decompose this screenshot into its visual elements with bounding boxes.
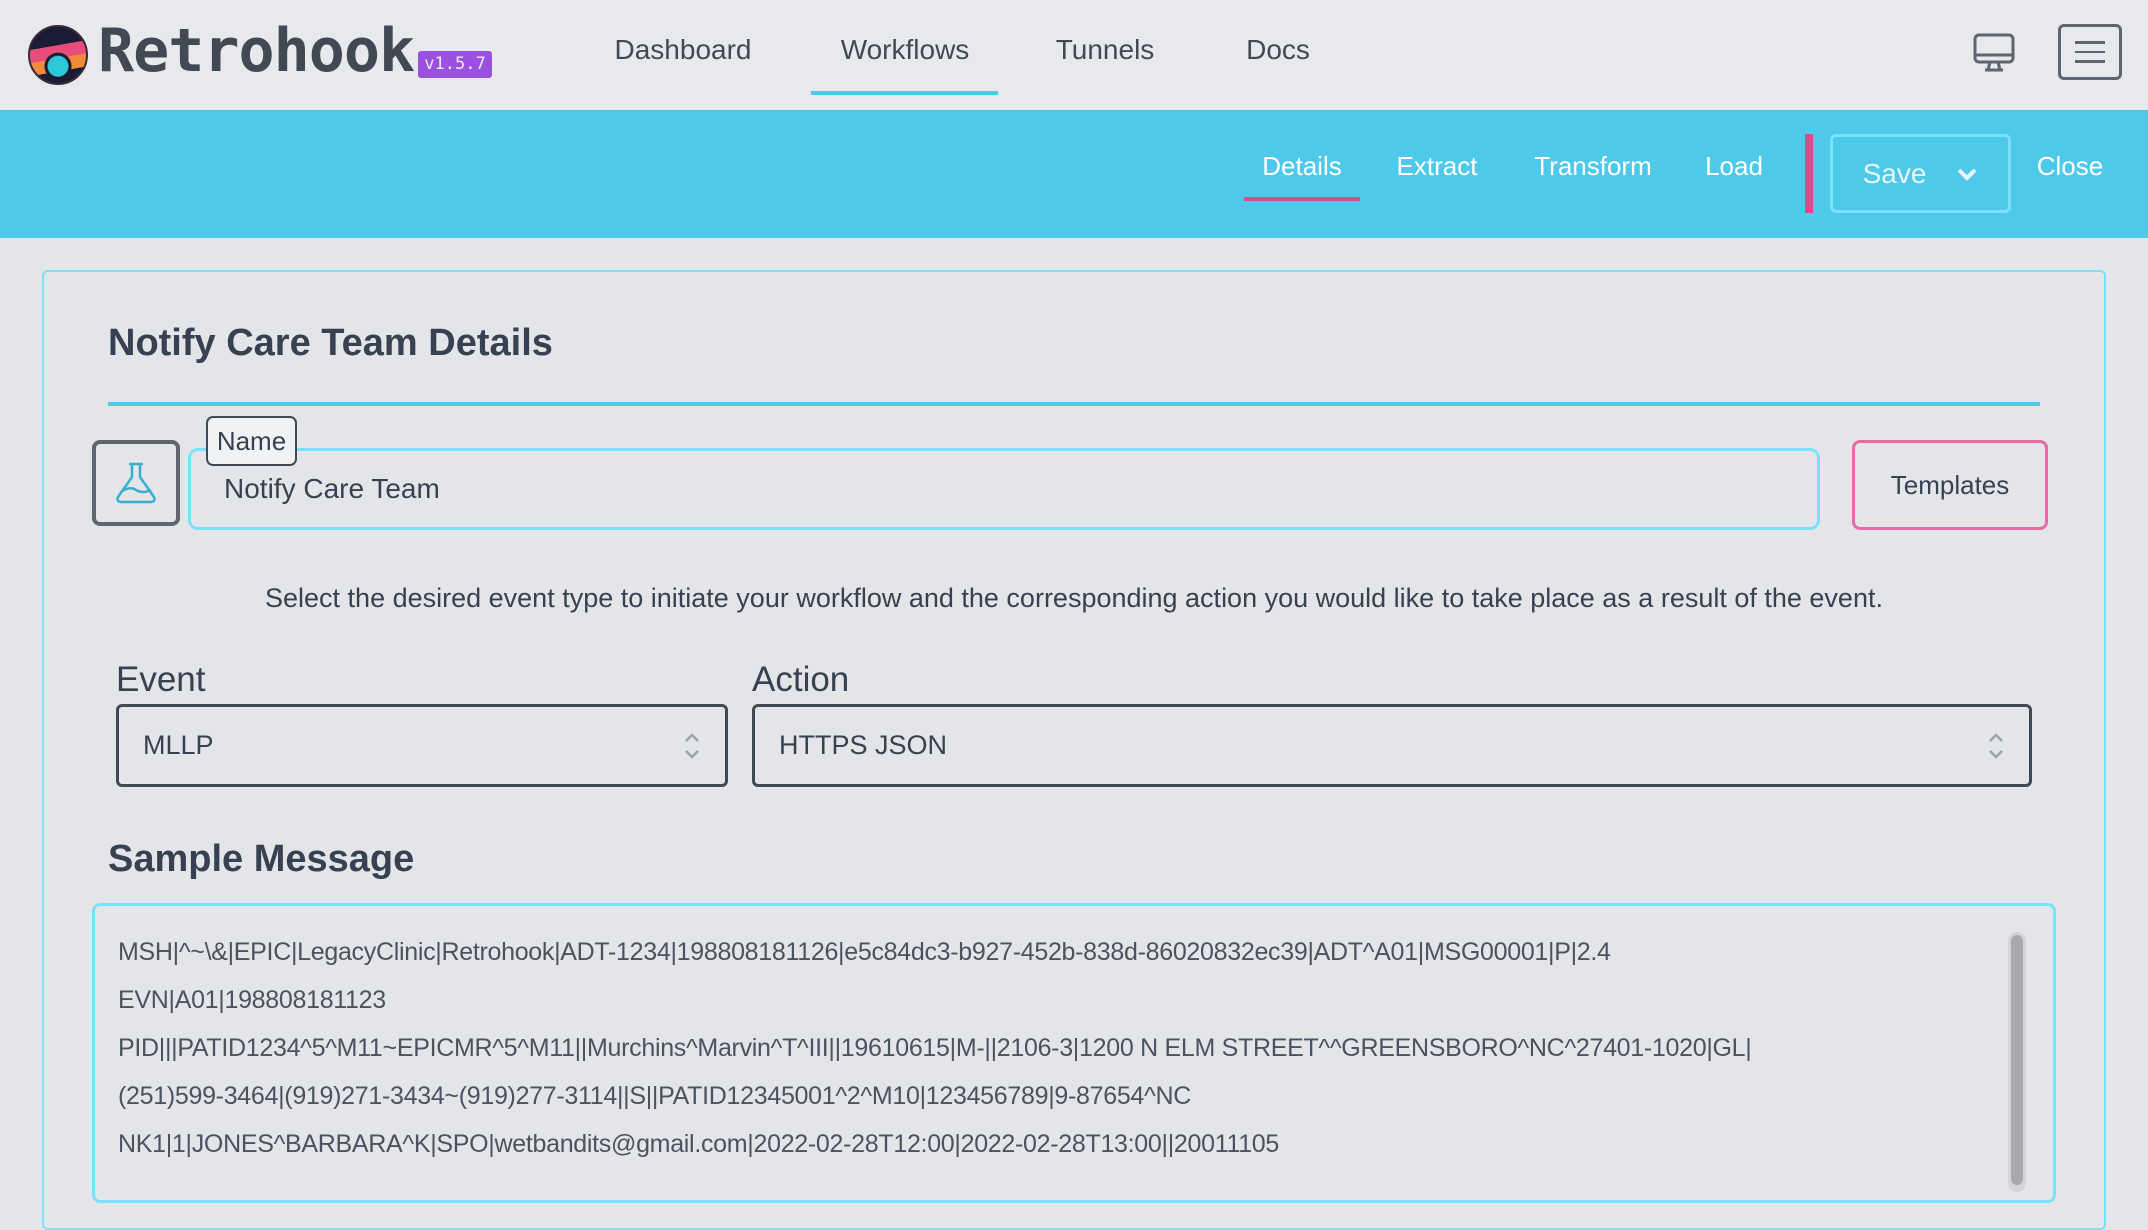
action-value: HTTPS JSON (779, 730, 948, 760)
active-nav-underline (811, 91, 998, 95)
message-line: PID|||PATID1234^5^M11~EPICMR^5^M11||Murc… (118, 1034, 1752, 1062)
name-field-label: Name (206, 416, 297, 466)
nav-tunnels[interactable]: Tunnels (1056, 34, 1155, 66)
flask-icon-button[interactable] (92, 440, 180, 526)
tab-transform[interactable]: Transform (1534, 151, 1652, 182)
chevron-down-icon (1957, 168, 1977, 181)
workflow-name-input[interactable] (188, 448, 1820, 530)
save-label: Save (1862, 157, 1927, 189)
active-tab-underline (1244, 197, 1360, 201)
monitor-icon[interactable] (1972, 32, 2016, 79)
flask-icon (116, 462, 156, 504)
sample-message-title: Sample Message (108, 838, 415, 880)
hamburger-menu-icon[interactable] (2058, 24, 2122, 80)
nav-dashboard[interactable]: Dashboard (615, 34, 752, 66)
chevron-up-down-icon (685, 732, 699, 759)
message-line: NK1|1|JONES^BARBARA^K|SPO|wetbandits@gma… (118, 1130, 1280, 1158)
message-line: EVN|A01|198808181123 (118, 986, 386, 1014)
tab-load[interactable]: Load (1705, 151, 1763, 182)
tab-details[interactable]: Details (1262, 151, 1341, 182)
divider (108, 402, 2040, 406)
version-badge: v1.5.7 (418, 51, 492, 78)
action-select[interactable]: HTTPS JSON (752, 704, 2032, 787)
app-name[interactable]: Retrohook (98, 16, 415, 86)
message-line: MSH|^~\&|EPIC|LegacyClinic|Retrohook|ADT… (118, 938, 1611, 966)
close-button[interactable]: Close (2037, 151, 2103, 182)
retrohook-logo[interactable] (28, 25, 88, 85)
action-label: Action (752, 660, 850, 699)
save-button[interactable]: Save (1830, 134, 2011, 213)
nav-workflows[interactable]: Workflows (841, 34, 970, 66)
nav-docs[interactable]: Docs (1246, 34, 1310, 66)
event-value: MLLP (143, 730, 214, 760)
divider (1805, 134, 1813, 213)
chevron-up-down-icon (1989, 732, 2003, 759)
scrollbar-thumb[interactable] (2011, 935, 2023, 1185)
instructions-text: Select the desired event type to initiat… (265, 583, 1883, 613)
message-line: (251)599-3464|(919)271-3434~(919)277-311… (118, 1082, 1191, 1110)
event-select[interactable]: MLLP (116, 704, 728, 787)
page-title: Notify Care Team Details (108, 322, 553, 364)
tab-extract[interactable]: Extract (1397, 151, 1478, 182)
workflow-toolbar (0, 110, 2148, 238)
event-label: Event (116, 660, 206, 699)
templates-button[interactable]: Templates (1852, 440, 2048, 530)
